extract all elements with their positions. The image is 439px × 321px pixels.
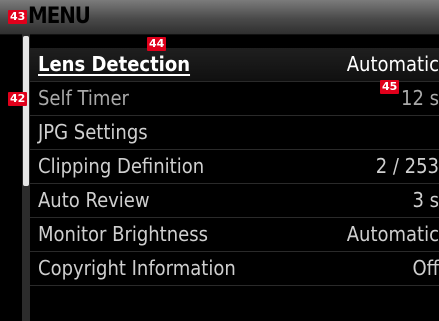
menu-item-value: 2 / 253 bbox=[375, 154, 439, 178]
menu-item-value: 12 s bbox=[401, 86, 439, 110]
menu-item-label: Monitor Brightness bbox=[38, 222, 208, 246]
menu-item-self-timer[interactable]: Self Timer 12 s bbox=[30, 82, 439, 116]
menu-item-value: Automatic bbox=[346, 222, 439, 246]
menu-item-value: Automatic bbox=[346, 52, 439, 76]
menu-item-copyright-information[interactable]: Copyright Information Off bbox=[30, 252, 439, 286]
menu-title-bar: MENU bbox=[0, 0, 439, 35]
menu-item-label: Self Timer bbox=[38, 86, 129, 110]
menu-title: MENU bbox=[28, 4, 91, 29]
callout-marker-menu-item: 44 bbox=[147, 37, 167, 51]
menu-item-jpg-settings[interactable]: JPG Settings bbox=[30, 116, 439, 150]
callout-marker-title: 43 bbox=[8, 10, 28, 24]
menu-item-label: Auto Review bbox=[38, 188, 150, 212]
callout-marker-value: 45 bbox=[380, 80, 400, 94]
menu-item-value: Off bbox=[412, 256, 439, 280]
menu-scrollbar-thumb[interactable] bbox=[23, 36, 29, 186]
menu-item-label: Lens Detection bbox=[38, 52, 191, 76]
callout-marker-scrollbar: 42 bbox=[8, 92, 28, 106]
menu-item-label: JPG Settings bbox=[38, 120, 148, 144]
menu-item-label: Clipping Definition bbox=[38, 154, 205, 178]
menu-item-monitor-brightness[interactable]: Monitor Brightness Automatic bbox=[30, 218, 439, 252]
menu-item-clipping-definition[interactable]: Clipping Definition 2 / 253 bbox=[30, 150, 439, 184]
menu-item-auto-review[interactable]: Auto Review 3 s bbox=[30, 184, 439, 218]
menu-item-value: 3 s bbox=[412, 188, 439, 212]
menu-item-label: Copyright Information bbox=[38, 256, 236, 280]
camera-menu-screen: MENU Lens Detection Automatic Self Timer… bbox=[0, 0, 439, 321]
menu-item-lens-detection[interactable]: Lens Detection Automatic bbox=[30, 48, 439, 82]
